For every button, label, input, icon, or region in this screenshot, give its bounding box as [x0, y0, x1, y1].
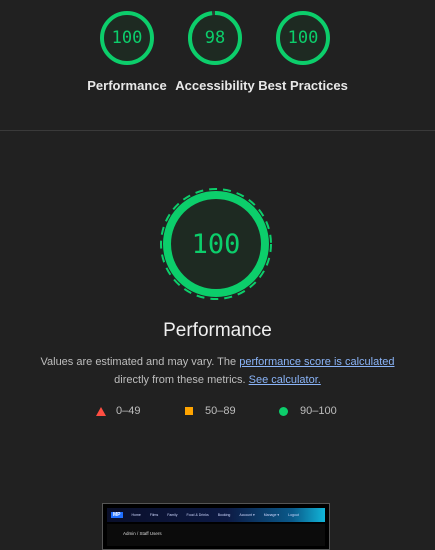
thumbnail-nav-link: Logout — [288, 513, 299, 517]
square-icon — [185, 407, 193, 415]
thumbnail-body: Admin / Staff Users — [107, 524, 325, 546]
best-practices-score: 100 — [287, 28, 319, 48]
legend-pass: 90–100 — [279, 405, 337, 417]
performance-score: 100 — [111, 28, 143, 48]
performance-main-gauge: 100 — [156, 184, 276, 304]
page-screenshot-thumbnail[interactable]: MP Home Films Family Food & Drinks Booki… — [102, 503, 330, 550]
circle-icon — [279, 406, 288, 416]
description-text-2: directly from these metrics. — [114, 374, 249, 386]
legend-average: 50–89 — [185, 405, 236, 417]
triangle-icon — [96, 406, 106, 416]
description-text-1: Values are estimated and may vary. The — [40, 356, 240, 368]
thumbnail-navbar: MP Home Films Family Food & Drinks Booki… — [107, 508, 325, 522]
performance-score-link[interactable]: performance score is calculated — [239, 356, 394, 368]
performance-description: Values are estimated and may vary. The p… — [20, 353, 415, 389]
thumbnail-logo: MP — [111, 512, 123, 518]
accessibility-score: 98 — [204, 28, 226, 48]
thumbnail-nav-link: Booking — [217, 513, 231, 517]
performance-title: Performance — [163, 320, 272, 341]
thumbnail-nav-link: Films — [149, 513, 159, 517]
legend-fail: 0–49 — [96, 405, 140, 417]
thumbnail-nav-link: Food & Drinks — [186, 513, 209, 517]
accessibility-gauge[interactable]: 98 — [187, 10, 243, 66]
performance-label: Performance — [87, 78, 167, 93]
legend-pass-label: 90–100 — [300, 405, 337, 417]
see-calculator-link[interactable]: See calculator. — [249, 374, 321, 386]
best-practices-label: Best Practices — [258, 78, 348, 93]
thumbnail-nav-link: Home — [131, 513, 141, 517]
score-summary: 100 Performance 98 Accessibility 100 Bes… — [0, 0, 435, 131]
thumbnail-nav-link: Account ▾ — [239, 513, 255, 517]
performance-main-score: 100 — [191, 228, 241, 260]
performance-gauge[interactable]: 100 — [99, 10, 155, 66]
thumbnail-nav-link: Manage ▾ — [263, 513, 280, 517]
legend-average-label: 50–89 — [205, 405, 236, 417]
thumbnail-heading: Admin / Staff Users — [123, 531, 162, 536]
thumbnail-nav-link: Family — [167, 513, 178, 517]
legend-fail-label: 0–49 — [116, 405, 141, 417]
accessibility-label: Accessibility — [175, 78, 255, 93]
best-practices-gauge[interactable]: 100 — [275, 10, 331, 66]
